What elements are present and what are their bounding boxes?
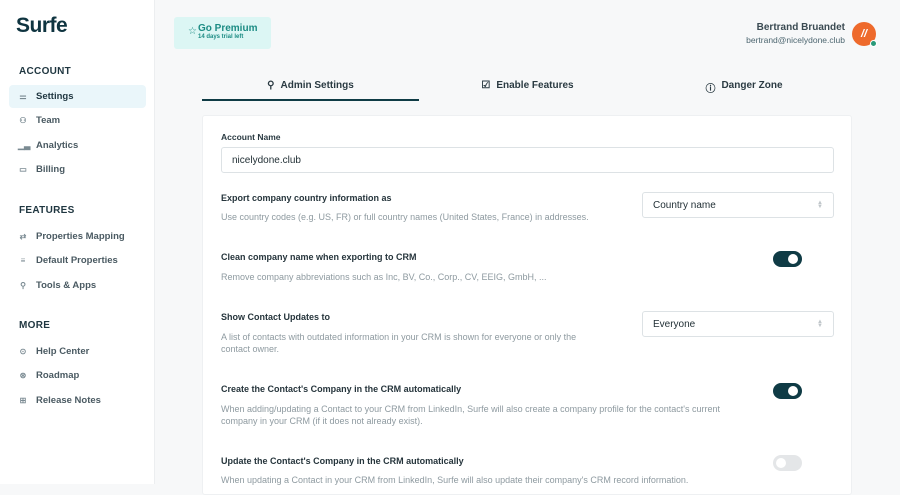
sidebar-item-label: Tools & Apps: [36, 280, 97, 291]
setting-desc: A list of contacts with outdated informa…: [221, 332, 577, 354]
section-header-features: FEATURES: [19, 205, 75, 216]
tab-label: Danger Zone: [721, 80, 783, 91]
repeat-icon: ⇄: [19, 232, 27, 241]
tab-enable-features[interactable]: ☑ Enable Features: [419, 80, 636, 101]
avatar[interactable]: //: [852, 22, 877, 47]
sidebar: Surfe ACCOUNT ⚌ Settings ⚇ Team ▁▃ Analytic…: [0, 0, 155, 484]
section-header-more: MORE: [19, 320, 51, 331]
sidebar-item-team[interactable]: ⚇ Team: [9, 109, 146, 132]
sidebar-item-properties-mapping[interactable]: ⇄ Properties Mapping: [9, 225, 146, 248]
list-icon: ≡: [20, 256, 26, 265]
sidebar-item-help-center[interactable]: ⊙ Help Center: [9, 340, 146, 363]
sidebar-item-label: Roadmap: [36, 370, 80, 381]
sidebar-item-label: Default Properties: [36, 255, 118, 266]
sidebar-item-release-notes[interactable]: ⊞ Release Notes: [9, 389, 146, 412]
section-header-account: ACCOUNT: [19, 66, 72, 77]
sliders-icon: ⚌: [19, 92, 27, 101]
sidebar-item-tools-apps[interactable]: ⚲ Tools & Apps: [9, 274, 146, 297]
account-name-input[interactable]: nicelydone.club: [221, 147, 834, 173]
users-icon: ⚇: [19, 116, 27, 125]
setting-title: Update the Contact's Company in the CRM …: [221, 456, 464, 466]
setting-desc: Use country codes (e.g. US, FR) or full …: [221, 212, 589, 222]
surfe-logo[interactable]: Surfe: [16, 14, 68, 38]
tab-label: Admin Settings: [280, 80, 354, 91]
sidebar-item-label: Team: [36, 115, 61, 126]
tab-label: Enable Features: [496, 80, 574, 91]
go-premium-button[interactable]: ☆ Go Premium 14 days trial left: [174, 17, 271, 49]
sidebar-item-label: Properties Mapping: [36, 231, 125, 242]
sidebar-item-billing[interactable]: ▭ Billing: [9, 158, 146, 181]
sidebar-item-label: Help Center: [36, 346, 90, 357]
user-info: Bertrand Bruandet bertrand@nicelydone.cl…: [746, 22, 845, 45]
bar-chart-icon: ▁▃: [18, 141, 31, 150]
setting-desc: When adding/updating a Contact to your C…: [221, 404, 720, 426]
star-icon: ☆: [188, 26, 197, 37]
setting-title: Create the Contact's Company in the CRM …: [221, 384, 462, 394]
setting-title: Export company country information as: [221, 193, 392, 203]
sidebar-item-label: Analytics: [36, 140, 79, 151]
tab-admin-settings[interactable]: ⚲ Admin Settings: [202, 80, 419, 101]
sidebar-item-label: Release Notes: [36, 395, 101, 406]
settings-card: Account Name nicelydone.club Export comp…: [202, 115, 852, 495]
chevron-updown-icon: ▲ ▼: [817, 319, 823, 329]
book-icon: ⊞: [19, 396, 27, 405]
account-name-label: Account Name: [221, 132, 281, 142]
tab-danger-zone[interactable]: ⓘ Danger Zone: [636, 80, 852, 101]
select-value: Country name: [653, 199, 716, 211]
setting-desc: When updating a Contact in your CRM from…: [221, 475, 689, 485]
online-status-dot: [870, 40, 877, 47]
user-icon: ⚲: [267, 80, 275, 91]
sidebar-item-label: Billing: [36, 164, 66, 175]
select-value: Everyone: [653, 318, 696, 330]
wrench-icon: ⚲: [20, 281, 26, 290]
premium-title: Go Premium: [198, 23, 258, 34]
clean-company-name-toggle[interactable]: [773, 251, 802, 267]
country-format-select[interactable]: Country name ▲ ▼: [642, 192, 834, 218]
setting-desc: Remove company abbreviations such as Inc…: [221, 272, 547, 282]
trial-remaining: 14 days trial left: [198, 34, 244, 40]
help-circle-icon: ⊙: [19, 347, 27, 356]
alert-circle-icon: ⓘ: [705, 84, 716, 95]
credit-card-icon: ▭: [19, 165, 27, 174]
sidebar-item-default-properties[interactable]: ≡ Default Properties: [9, 249, 146, 272]
user-name: Bertrand Bruandet: [756, 22, 845, 33]
sidebar-item-analytics[interactable]: ▁▃ Analytics: [9, 134, 146, 157]
setting-title: Clean company name when exporting to CRM: [221, 252, 417, 262]
setting-title: Show Contact Updates to: [221, 312, 331, 322]
update-company-toggle[interactable]: [773, 455, 802, 471]
chevron-updown-icon: ▲ ▼: [817, 200, 823, 210]
sidebar-item-roadmap[interactable]: ⊛ Roadmap: [9, 364, 146, 387]
user-email: bertrand@nicelydone.club: [746, 35, 845, 45]
sidebar-item-label: Settings: [36, 91, 74, 102]
compass-icon: ⊛: [19, 371, 27, 380]
contact-updates-select[interactable]: Everyone ▲ ▼: [642, 311, 834, 337]
sidebar-item-settings[interactable]: ⚌ Settings: [9, 85, 146, 108]
check-square-icon: ☑: [481, 80, 491, 91]
create-company-toggle[interactable]: [773, 383, 802, 399]
